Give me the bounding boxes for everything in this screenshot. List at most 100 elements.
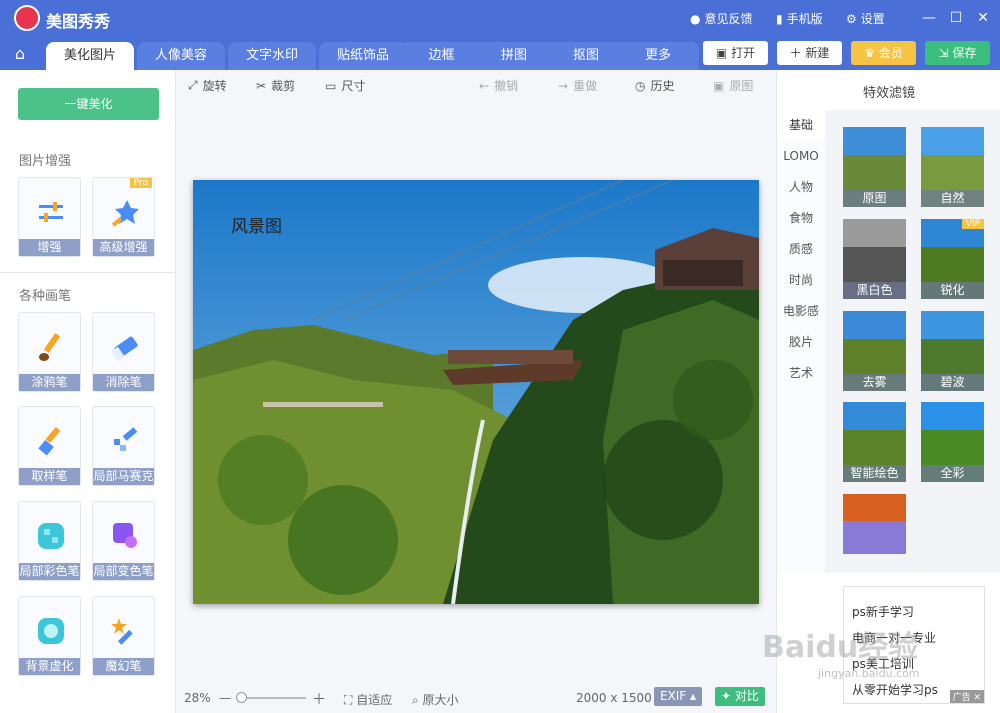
- filter-grid: 原图 自然 黑白色 VIP 锐化 去雾 碧波 智能绘色 全彩: [825, 110, 1000, 573]
- magic-pen-icon: [111, 618, 133, 645]
- enhance-section-title: 图片增强: [19, 154, 72, 169]
- filter-full-color[interactable]: 全彩: [921, 402, 984, 482]
- save-button[interactable]: ⇲ 保存: [925, 41, 990, 65]
- ad-tag: 广告 ✕: [949, 690, 984, 703]
- size-button[interactable]: ▭ 尺寸: [325, 77, 365, 94]
- tool-magic-pen[interactable]: 魔幻笔: [92, 596, 155, 676]
- one-key-beautify-button[interactable]: 一键美化: [18, 88, 159, 120]
- category-fashion[interactable]: 时尚: [777, 265, 825, 296]
- category-food[interactable]: 食物: [777, 203, 825, 234]
- category-basic[interactable]: 基础: [777, 110, 825, 141]
- tool-recolor-pen[interactable]: 局部变色笔: [92, 501, 155, 581]
- new-button[interactable]: ＋ 新建: [777, 41, 842, 65]
- filter-black-white[interactable]: 黑白色: [843, 219, 906, 299]
- undo-button[interactable]: ← 撤销: [479, 77, 518, 94]
- open-button[interactable]: ▣ 打开: [703, 41, 768, 65]
- filter-sharpen[interactable]: VIP 锐化: [921, 219, 984, 299]
- tool-label: 消除笔: [93, 374, 154, 391]
- left-sidebar: 一键美化 图片增强 增强 Pro 高级增强 各种画笔 涂鸦笔 消除笔 取样笔 局…: [0, 70, 176, 713]
- watermark-url: jingyan.baidu.com: [818, 667, 920, 680]
- tab-text-watermark[interactable]: 文字水印: [228, 42, 316, 70]
- tool-background-blur[interactable]: 背景虚化: [18, 596, 81, 676]
- zoom-out-icon[interactable]: —: [219, 691, 231, 705]
- actual-size-button[interactable]: ⌕ 原大小: [412, 691, 459, 708]
- category-texture[interactable]: 质感: [777, 234, 825, 265]
- divider: [0, 272, 175, 273]
- tool-label: 高级增强: [93, 239, 154, 256]
- feedback-button[interactable]: ● 意见反馈: [690, 10, 753, 27]
- crop-button[interactable]: ✂ 裁剪: [256, 77, 295, 94]
- scissors-icon: ✂: [256, 78, 267, 93]
- filter-smart-color[interactable]: 智能绘色: [843, 402, 906, 482]
- tool-label: 魔幻笔: [93, 658, 154, 675]
- filter-dehaze[interactable]: 去雾: [843, 311, 906, 391]
- category-lomo[interactable]: LOMO: [777, 141, 825, 172]
- tab-collage[interactable]: 拼图: [473, 42, 555, 70]
- landscape-photo: [193, 180, 759, 604]
- tool-mosaic-pen[interactable]: 局部马赛克: [92, 406, 155, 486]
- redo-icon: →: [558, 78, 569, 93]
- settings-button[interactable]: ⚙ 设置: [846, 10, 885, 27]
- filter-natural[interactable]: 自然: [921, 127, 984, 207]
- tab-more[interactable]: 更多: [617, 42, 699, 70]
- history-button[interactable]: ◷ 历史: [635, 77, 675, 94]
- zoom-slider[interactable]: [236, 692, 306, 703]
- tab-portrait[interactable]: 人像美容: [137, 42, 225, 70]
- gear-icon: ⚙: [846, 11, 857, 26]
- category-film[interactable]: 胶片: [777, 327, 825, 358]
- image-icon: ▣: [715, 46, 732, 60]
- close-icon[interactable]: ✕: [971, 693, 981, 703]
- tab-bar: ⌂ 美化图片 人像美容 文字水印 贴纸饰品 边框 拼图 抠图 更多 ▣ 打开 ＋…: [0, 36, 1000, 70]
- maximize-icon[interactable]: ☐: [947, 9, 965, 27]
- rotate-button[interactable]: ⤢ 旋转: [188, 77, 227, 94]
- member-button[interactable]: ♛ 会员: [851, 41, 916, 65]
- category-cinematic[interactable]: 电影感: [777, 296, 825, 327]
- home-button[interactable]: ⌂: [0, 36, 40, 70]
- rotate-icon: ⤢: [188, 78, 198, 92]
- tool-label: 局部变色笔: [93, 563, 154, 580]
- sliders-icon: [39, 202, 63, 222]
- blur-icon: [38, 618, 64, 644]
- crown-icon: ♛: [864, 46, 879, 60]
- image-icon: ▣: [713, 78, 725, 93]
- ad-line[interactable]: 从零开始学习ps: [852, 681, 938, 698]
- filter-extra[interactable]: [843, 494, 906, 554]
- zoom-slider-handle[interactable]: [236, 692, 247, 703]
- tool-advanced-enhance[interactable]: Pro 高级增强: [92, 177, 155, 257]
- status-bar: 28% — ＋ ⛶ 自适应 ⌕ 原大小 2000 x 1500 EXIF ▴ ✦…: [176, 683, 776, 713]
- filter-original[interactable]: 原图: [843, 127, 906, 207]
- brush-section-title: 各种画笔: [19, 289, 72, 304]
- caret-up-icon: ▴: [686, 689, 697, 703]
- original-button[interactable]: ▣ 原图: [713, 77, 753, 94]
- vip-badge: VIP: [961, 219, 984, 229]
- minimize-icon[interactable]: —: [920, 9, 938, 27]
- tool-color-pen[interactable]: 局部彩色笔: [18, 501, 81, 581]
- close-icon[interactable]: ✕: [974, 9, 992, 27]
- compare-button[interactable]: ✦ 对比: [715, 687, 765, 706]
- tool-enhance[interactable]: 增强: [18, 177, 81, 257]
- resize-icon: ▭: [325, 78, 337, 93]
- tool-sampler-pen[interactable]: 取样笔: [18, 406, 81, 486]
- tab-beautify[interactable]: 美化图片: [46, 42, 134, 70]
- tab-stickers[interactable]: 贴纸饰品: [319, 42, 407, 70]
- category-people[interactable]: 人物: [777, 172, 825, 203]
- zoom-in-icon[interactable]: ＋: [312, 689, 326, 709]
- eraser-icon: [111, 336, 138, 362]
- mobile-button[interactable]: ▮ 手机版: [776, 10, 823, 27]
- fit-button[interactable]: ⛶ 自适应: [344, 691, 392, 708]
- baidu-watermark: Baidu经验: [762, 630, 919, 665]
- image-dimensions: 2000 x 1500: [576, 691, 652, 705]
- filter-categories: 基础 LOMO 人物 食物 质感 时尚 电影感 胶片 艺术: [777, 110, 825, 573]
- compare-icon: ✦: [721, 689, 735, 703]
- tab-frames[interactable]: 边框: [399, 42, 484, 70]
- photo-canvas[interactable]: 风景图: [193, 180, 759, 604]
- filter-ripple[interactable]: 碧波: [921, 311, 984, 391]
- tab-cutout[interactable]: 抠图: [545, 42, 627, 70]
- tool-eraser-pen[interactable]: 消除笔: [92, 312, 155, 392]
- exif-button[interactable]: EXIF ▴: [654, 687, 702, 706]
- ad-line[interactable]: ps新手学习: [852, 603, 914, 620]
- tool-doodle-pen[interactable]: 涂鸦笔: [18, 312, 81, 392]
- redo-button[interactable]: → 重做: [558, 77, 597, 94]
- tool-label: 涂鸦笔: [19, 374, 80, 391]
- category-art[interactable]: 艺术: [777, 358, 825, 389]
